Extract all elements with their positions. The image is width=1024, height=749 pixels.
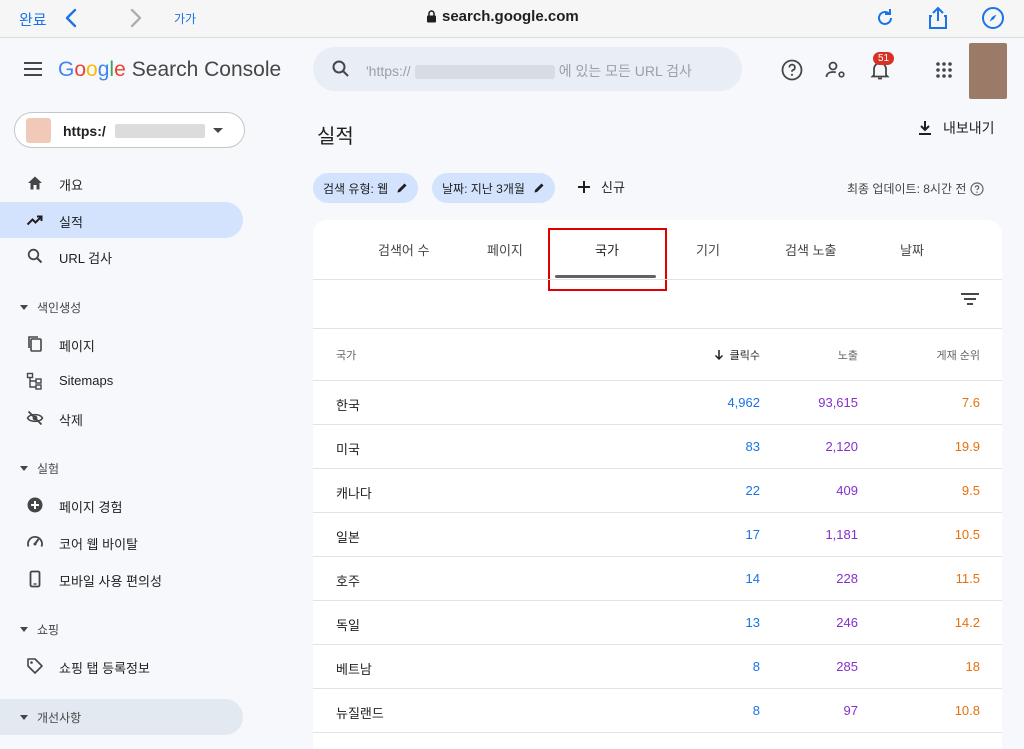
phone-icon (29, 570, 41, 588)
sidebar-item-performance[interactable]: 실적 (0, 202, 243, 238)
edit-icon (397, 183, 407, 193)
table-row[interactable]: 일본 17 1,181 10.5 (313, 513, 1002, 557)
performance-table-card: 검색어 수 페이지 국가 기기 검색 노출 날짜 국가 클릭수 노출 게재 순위… (313, 220, 1002, 749)
search-icon (27, 248, 43, 264)
sidebar-item-removals[interactable]: 삭제 (0, 400, 243, 436)
search-icon (332, 60, 349, 77)
page-title: 실적 (317, 126, 354, 148)
sitemap-icon (26, 372, 42, 390)
sidebar-item-mobile-usability[interactable]: 모바일 사용 편의성 (0, 561, 243, 597)
table-row[interactable]: 호주 14 228 11.5 (313, 557, 1002, 601)
user-settings-icon[interactable] (824, 58, 848, 82)
reload-icon[interactable] (873, 6, 897, 30)
done-button[interactable]: 완료 (19, 9, 47, 30)
menu-icon[interactable] (24, 62, 42, 76)
column-header-country[interactable]: 국가 (336, 347, 356, 363)
tab-devices[interactable]: 기기 (696, 240, 720, 259)
collapse-arrow-icon (20, 305, 28, 310)
removal-icon (26, 410, 44, 426)
search-placeholder: 'https://에 있는 모든 URL 검사 (366, 63, 692, 80)
column-header-position[interactable]: 게재 순위 (936, 347, 980, 363)
page-experience-icon (27, 497, 43, 513)
tag-icon (27, 658, 43, 674)
help-icon[interactable] (780, 58, 804, 82)
browser-toolbar: 완료 가가 search.google.com (0, 0, 1024, 38)
help-icon[interactable] (970, 181, 984, 196)
download-icon (919, 121, 931, 135)
tab-pages[interactable]: 페이지 (487, 240, 523, 259)
arrow-down-icon (714, 350, 723, 361)
tab-queries[interactable]: 검색어 수 (378, 240, 429, 259)
section-shopping[interactable]: 쇼핑 (0, 611, 243, 647)
divider (313, 328, 1002, 329)
sidebar-item-page-experience[interactable]: 페이지 경험 (0, 487, 243, 523)
sidebar-item-overview[interactable]: 개요 (0, 165, 243, 201)
url-inspection-search[interactable]: 'https://에 있는 모든 URL 검사 (313, 47, 742, 91)
avatar[interactable] (969, 43, 1007, 99)
sidebar-item-url-inspection[interactable]: URL 검사 (0, 238, 243, 274)
pages-icon (28, 336, 42, 352)
tab-search-appearance[interactable]: 검색 노출 (785, 240, 836, 259)
chevron-down-icon (213, 128, 223, 133)
property-selector[interactable]: https:/ (14, 112, 245, 148)
column-header-clicks[interactable]: 클릭수 (714, 347, 760, 363)
table-row[interactable]: 한국 4,962 93,615 7.6 (313, 381, 1002, 425)
section-indexing[interactable]: 색인생성 (0, 289, 243, 325)
speedometer-icon (27, 536, 43, 547)
sidebar-item-pages[interactable]: 페이지 (0, 326, 243, 362)
edit-icon (534, 183, 544, 193)
table-row[interactable]: 베트남 8 285 18 (313, 645, 1002, 689)
property-favicon (26, 118, 51, 143)
forward-icon[interactable] (125, 7, 145, 29)
text-size-button[interactable]: 가가 (174, 10, 196, 27)
last-updated: 최종 업데이트: 8시간 전 (847, 180, 984, 197)
collapse-arrow-icon (20, 466, 28, 471)
collapse-arrow-icon (20, 627, 28, 632)
filter-icon[interactable] (961, 293, 979, 307)
sidebar-item-core-web-vitals[interactable]: 코어 웹 바이탈 (0, 524, 243, 560)
export-button[interactable]: 내보내기 (917, 118, 995, 138)
section-experience[interactable]: 실험 (0, 450, 243, 486)
tab-dates[interactable]: 날짜 (900, 240, 924, 259)
table-row[interactable]: 뉴질랜드 8 97 10.8 (313, 689, 1002, 733)
collapse-arrow-icon (20, 715, 28, 720)
address-bar[interactable]: search.google.com (426, 8, 579, 25)
table-row[interactable]: 미국 83 2,120 19.9 (313, 425, 1002, 469)
property-url-redacted (115, 124, 205, 138)
date-filter-chip[interactable]: 날짜: 지난 3개월 (432, 173, 555, 203)
app-header: Google Search Console 'https://에 있는 모든 U… (0, 39, 1024, 101)
highlight-box (548, 228, 667, 291)
sidebar-item-shopping-tab-listings[interactable]: 쇼핑 탭 등록정보 (0, 648, 243, 684)
section-enhancements[interactable]: 개선사항 (0, 699, 243, 735)
table-row[interactable]: 독일 13 246 14.2 (313, 601, 1002, 645)
address-text: search.google.com (442, 8, 579, 25)
plus-icon (578, 180, 590, 193)
share-icon[interactable] (926, 6, 950, 30)
lock-icon (427, 10, 436, 23)
trending-up-icon (26, 215, 43, 226)
divider (313, 279, 1002, 280)
table-row[interactable]: 캐나다 22 409 9.5 (313, 469, 1002, 513)
compass-icon[interactable] (981, 6, 1005, 30)
home-icon (28, 176, 42, 190)
apps-grid-icon[interactable] (932, 58, 956, 82)
add-filter-button[interactable]: 신규 (577, 177, 625, 196)
notification-badge: 51 (873, 52, 895, 65)
sidebar-item-sitemaps[interactable]: Sitemaps (0, 363, 243, 399)
back-icon[interactable] (62, 7, 82, 29)
search-type-filter-chip[interactable]: 검색 유형: 웹 (313, 173, 419, 203)
column-header-impressions[interactable]: 노출 (838, 347, 858, 363)
property-url: https:/ (63, 123, 106, 139)
search-console-logo[interactable]: Google Search Console (58, 58, 281, 82)
